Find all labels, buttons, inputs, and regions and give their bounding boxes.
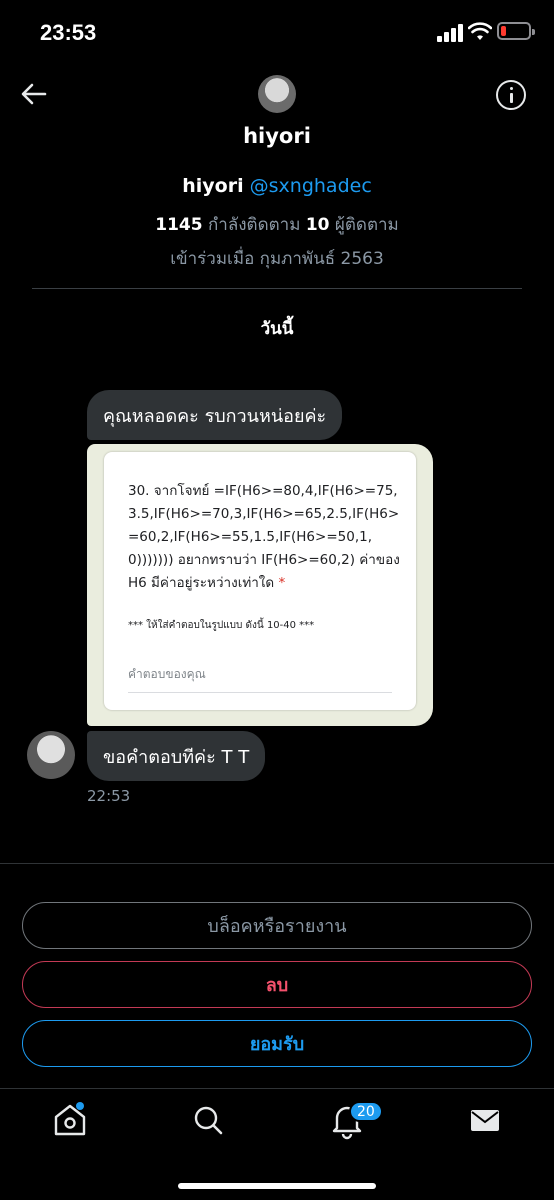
header-avatar[interactable] [258, 75, 296, 113]
followers-label: ผู้ติดตาม [334, 215, 399, 235]
sender-avatar[interactable] [27, 731, 75, 779]
message-bubble[interactable]: ขอคำตอบทีค่ะ T T [87, 731, 266, 781]
delete-button[interactable]: ลบ [22, 961, 532, 1008]
back-arrow-icon[interactable] [18, 78, 50, 110]
followers-count: 10 [305, 215, 330, 235]
status-time: 23:53 [40, 20, 97, 45]
status-bar: 23:53 [0, 0, 554, 66]
info-icon[interactable] [496, 80, 526, 110]
message-timestamp: 22:53 [87, 787, 131, 805]
accept-button[interactable]: ยอมรับ [22, 1020, 532, 1067]
profile-joined: เข้าร่วมเมื่อ กุมภาพันธ์ 2563 [170, 249, 384, 269]
required-mark: * [278, 575, 286, 591]
profile-name: hiyori [182, 175, 244, 197]
home-indicator[interactable] [178, 1183, 376, 1189]
notifications-badge: 20 [349, 1101, 383, 1122]
search-icon[interactable] [188, 1100, 228, 1140]
cellular-signal-icon [437, 24, 463, 42]
profile-identity[interactable]: hiyori @sxnghadec [0, 175, 554, 197]
message-bubble[interactable]: คุณหลอดคะ รบกวนหน่อยค่ะ [87, 390, 343, 440]
answer-placeholder: คำตอบของคุณ [128, 665, 392, 693]
date-separator: วันนี้ [260, 319, 294, 339]
divider [0, 863, 554, 864]
home-icon[interactable] [50, 1100, 90, 1140]
unread-dot [76, 1102, 84, 1110]
message-text: ขอคำตอบทีค่ะ T T [103, 746, 250, 768]
following-count: 1145 [155, 215, 203, 235]
divider [0, 1088, 554, 1089]
form-screenshot: 30. จากโจทย์ =IF(H6>=80,4,IF(H6>=75,3.5,… [104, 452, 416, 710]
profile-stats: 1145 กำลังติดตาม 10 ผู้ติดตาม [0, 211, 554, 238]
wifi-icon [468, 22, 492, 40]
conversation-title: hiyori [243, 124, 311, 148]
mail-icon[interactable] [465, 1100, 505, 1140]
profile-handle: @sxnghadec [249, 175, 372, 197]
message-text: คุณหลอดคะ รบกวนหน่อยค่ะ [103, 405, 327, 427]
message-image[interactable]: 30. จากโจทย์ =IF(H6>=80,4,IF(H6>=75,3.5,… [87, 444, 433, 726]
answer-format-note: *** ให้ใส่คำตอบในรูปแบบ ดังนี้ 10-40 *** [128, 620, 315, 631]
divider [32, 288, 522, 289]
block-or-report-button[interactable]: บล็อคหรือรายงาน [22, 902, 532, 949]
following-label: กำลังติดตาม [207, 215, 301, 235]
battery-icon [497, 22, 535, 40]
question-text: 30. จากโจทย์ =IF(H6>=80,4,IF(H6>=75,3.5,… [128, 483, 400, 591]
